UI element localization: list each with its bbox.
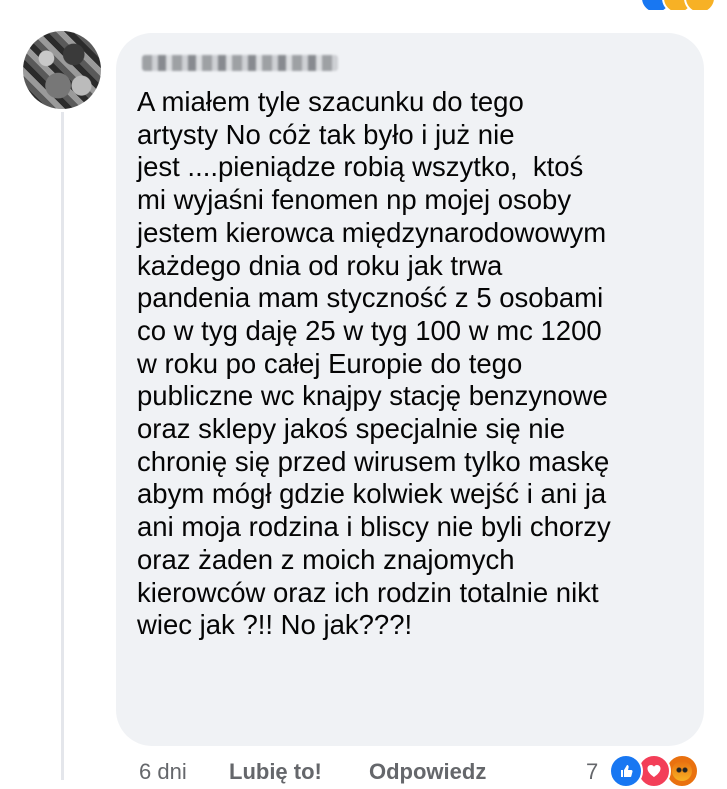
comment-line: każdego dnia od roku jak trwa <box>137 249 503 281</box>
reply-thread-line <box>61 112 64 780</box>
like-icon[interactable] <box>609 754 643 788</box>
comment-line: abym mógł gdzie kolwiek wejść i ani ja <box>137 478 607 510</box>
like-button[interactable]: Lubię to! <box>229 759 322 785</box>
comment-line: oraz sklepy jakoś specjalnie się nie <box>137 413 565 445</box>
comment-timestamp[interactable]: 6 dni <box>139 759 187 785</box>
comment-line: publiczne wc knajpy stację benzynowe <box>137 380 608 412</box>
comment-line: mi wyjaśni fenomen np mojej osoby <box>137 184 572 216</box>
comment-line: A miałem tyle szacunku do tego <box>137 86 524 117</box>
thumbs-up-icon <box>621 765 633 777</box>
comment-line: ani moja rodzina i bliscy nie byli chorz… <box>137 511 611 543</box>
reply-button[interactable]: Odpowiedz <box>369 759 486 785</box>
comment-line: kierowców oraz ich rodzin totalnie nikt <box>137 576 599 608</box>
comment-line: oraz żaden z moich znajomych <box>137 543 515 575</box>
wow-reaction-icon <box>684 0 716 10</box>
comment-line: jestem kierowca międzynarodowowym <box>137 216 607 248</box>
comment-line: chronię się przed wirusem tylko maskę <box>137 445 610 477</box>
heart-icon <box>647 765 661 777</box>
comment-text: A miałem tyle szacunku do tego artysty N… <box>137 86 697 642</box>
comment-line: wiec jak ?!! No jak???! <box>137 609 413 641</box>
angry-face-icon <box>672 761 692 781</box>
reaction-count[interactable]: 7 <box>586 759 598 785</box>
comment-line: w roku po całej Europie do tego <box>137 347 523 379</box>
comment-line: co w tyg daję 25 w tyg 100 w mc 1200 <box>137 314 602 346</box>
avatar[interactable] <box>23 31 101 109</box>
comment-line: jest ....pieniądze robią wszytko, ktoś <box>137 151 584 183</box>
author-name-blurred[interactable] <box>142 55 338 71</box>
comment-line: pandenia mam styczność z 5 osobami <box>137 282 604 314</box>
comment-line: artysty No cóż tak było i już nie <box>137 118 515 150</box>
previous-comment-cutoff <box>0 0 727 10</box>
